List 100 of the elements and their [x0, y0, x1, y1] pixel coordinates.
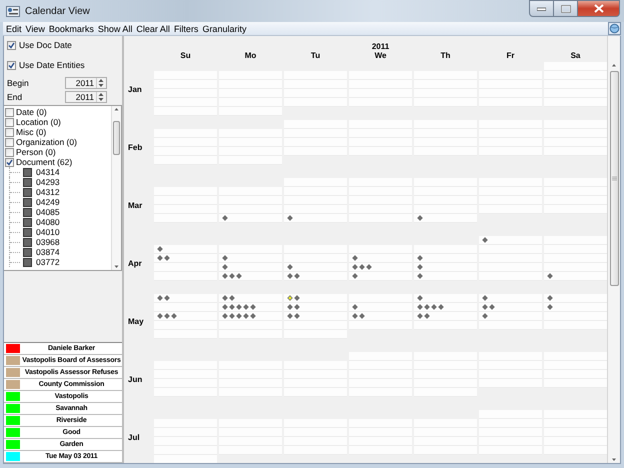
spin-up-icon[interactable]	[97, 78, 105, 83]
event-marker[interactable]	[242, 304, 249, 310]
event-marker[interactable]	[287, 295, 294, 301]
day-cell[interactable]	[544, 361, 607, 370]
checkbox[interactable]	[5, 138, 14, 146]
day-cell[interactable]	[414, 245, 477, 254]
event-marker[interactable]	[438, 304, 444, 310]
day-cell[interactable]	[544, 245, 607, 254]
scroll-up-icon[interactable]	[610, 62, 618, 68]
day-cell[interactable]	[284, 294, 347, 303]
tree-item[interactable]: 03968	[36, 237, 60, 247]
checkbox[interactable]	[7, 40, 16, 50]
tree-item[interactable]: Organization (0)	[16, 137, 77, 147]
day-cell[interactable]	[479, 236, 542, 245]
event-marker[interactable]	[229, 295, 235, 301]
close-button[interactable]	[578, 0, 620, 17]
day-cell[interactable]	[544, 428, 607, 437]
scroll-thumb[interactable]	[113, 121, 120, 155]
day-cell[interactable]	[414, 254, 477, 263]
day-cell[interactable]	[544, 98, 607, 107]
event-marker[interactable]	[222, 313, 228, 319]
day-cell[interactable]	[219, 272, 282, 281]
day-cell[interactable]	[154, 254, 217, 263]
event-marker[interactable]	[222, 295, 228, 301]
event-marker[interactable]	[229, 313, 235, 319]
event-marker[interactable]	[164, 255, 170, 261]
day-cell[interactable]	[284, 263, 347, 272]
day-cell[interactable]	[544, 178, 607, 187]
event-marker[interactable]	[359, 313, 365, 319]
menu-item[interactable]: Clear All	[134, 24, 172, 34]
tree-item[interactable]: Date (0)	[16, 107, 47, 117]
day-cell[interactable]	[544, 196, 607, 205]
day-cell[interactable]	[479, 303, 542, 312]
event-marker[interactable]	[417, 264, 424, 270]
spin-up-icon[interactable]	[97, 92, 105, 97]
event-marker[interactable]	[157, 255, 164, 261]
event-marker[interactable]	[417, 313, 424, 319]
event-marker[interactable]	[294, 313, 300, 319]
day-cell[interactable]	[544, 147, 607, 156]
day-cell[interactable]	[414, 303, 477, 312]
event-marker[interactable]	[287, 304, 294, 310]
menu-item[interactable]: Edit	[4, 24, 24, 34]
event-marker[interactable]	[352, 255, 358, 261]
day-cell[interactable]	[219, 214, 282, 223]
day-cell[interactable]	[544, 120, 607, 129]
day-cell[interactable]	[154, 312, 217, 321]
event-marker[interactable]	[236, 273, 242, 279]
event-marker[interactable]	[287, 313, 294, 319]
event-marker[interactable]	[482, 295, 488, 301]
event-marker[interactable]	[417, 255, 424, 261]
event-marker[interactable]	[287, 215, 294, 221]
event-marker[interactable]	[482, 313, 488, 319]
event-marker[interactable]	[164, 313, 170, 319]
day-cell[interactable]	[544, 446, 607, 455]
day-cell[interactable]	[219, 205, 282, 214]
day-cell[interactable]	[219, 245, 282, 254]
day-cell[interactable]	[414, 272, 477, 281]
day-cell[interactable]	[544, 205, 607, 214]
event-marker[interactable]	[417, 273, 424, 279]
event-marker[interactable]	[242, 313, 249, 319]
tree-item[interactable]: Person (0)	[16, 147, 56, 157]
tree-item[interactable]: 04312	[36, 187, 60, 197]
day-cell[interactable]	[544, 437, 607, 446]
event-marker[interactable]	[482, 237, 488, 243]
day-cell[interactable]	[414, 214, 477, 223]
day-cell[interactable]	[544, 138, 607, 147]
day-cell[interactable]	[544, 294, 607, 303]
menu-item[interactable]: View	[24, 24, 47, 34]
spin-down-icon[interactable]	[97, 97, 105, 102]
day-cell[interactable]	[544, 303, 607, 312]
checkbox[interactable]	[7, 60, 16, 70]
day-cell[interactable]	[154, 294, 217, 303]
spin-down-icon[interactable]	[97, 83, 105, 88]
day-cell[interactable]	[154, 303, 217, 312]
event-marker[interactable]	[352, 304, 358, 310]
tree-item[interactable]: Misc (0)	[16, 127, 46, 137]
menu-item[interactable]: Filters	[172, 24, 200, 34]
event-marker[interactable]	[250, 304, 256, 310]
event-marker[interactable]	[236, 313, 242, 319]
tree-item[interactable]: 04249	[36, 197, 60, 207]
day-cell[interactable]	[414, 263, 477, 272]
day-cell[interactable]	[544, 321, 607, 330]
day-cell[interactable]	[284, 303, 347, 312]
event-marker[interactable]	[157, 295, 164, 301]
scroll-up-icon[interactable]	[113, 106, 120, 112]
day-cell[interactable]	[414, 205, 477, 214]
event-marker[interactable]	[352, 273, 358, 279]
event-marker[interactable]	[547, 295, 554, 301]
event-marker[interactable]	[222, 215, 228, 221]
maximize-button[interactable]	[554, 0, 578, 17]
event-marker[interactable]	[352, 313, 358, 319]
event-marker[interactable]	[417, 295, 424, 301]
day-cell[interactable]	[544, 254, 607, 263]
tree-item[interactable]: 03874	[36, 247, 60, 257]
checkbox[interactable]	[5, 128, 14, 136]
checkbox[interactable]	[5, 108, 14, 116]
event-marker[interactable]	[417, 304, 424, 310]
scroll-thumb[interactable]	[610, 71, 618, 286]
tree-item[interactable]: Location (0)	[16, 117, 61, 127]
event-marker[interactable]	[287, 264, 294, 270]
